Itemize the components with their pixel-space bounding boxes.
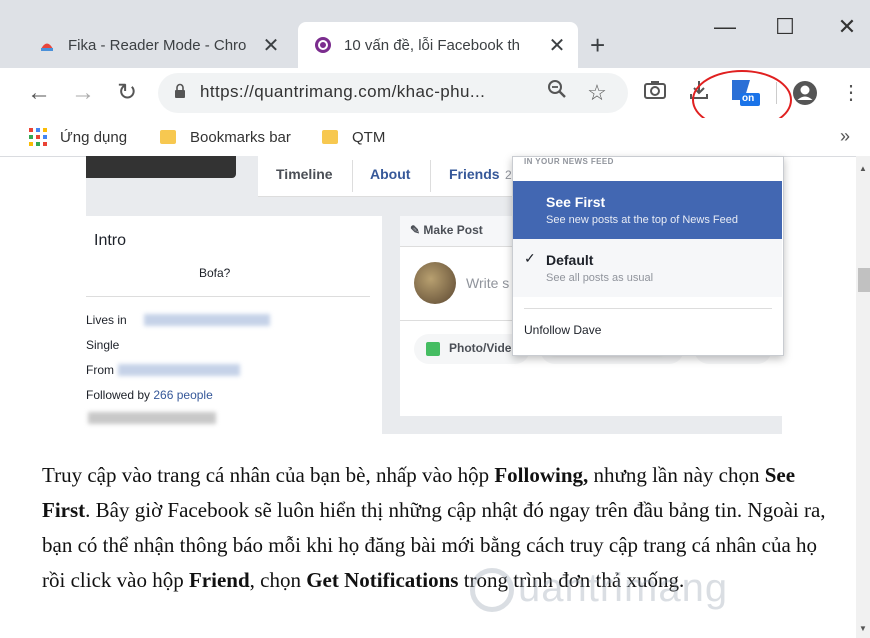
fb-intro-title: Intro bbox=[94, 232, 127, 249]
page-scrollbar[interactable] bbox=[856, 156, 870, 638]
fb-menu-see-first-label: See First bbox=[546, 194, 606, 210]
bookmark-label: Bookmarks bar bbox=[190, 128, 291, 146]
close-window-icon[interactable]: ✕ bbox=[832, 14, 862, 44]
minimize-icon[interactable]: — bbox=[710, 14, 740, 44]
tab-fika[interactable]: Fika - Reader Mode - Chro ✕ bbox=[22, 22, 292, 68]
fb-menu-see-first-desc: See new posts at the top of News Feed bbox=[546, 214, 739, 226]
fb-blurred-text bbox=[88, 412, 216, 424]
back-icon[interactable]: ← bbox=[22, 76, 56, 110]
fb-tab-divider bbox=[352, 160, 353, 192]
check-icon: ✓ bbox=[524, 250, 536, 266]
fb-composer-footer bbox=[400, 374, 782, 416]
fb-photo-video-label: Photo/Vide bbox=[449, 341, 512, 355]
fb-menu-default-label: Default bbox=[546, 252, 594, 268]
fb-menu-header: IN YOUR NEWS FEED bbox=[524, 157, 614, 166]
fb-tab-friends[interactable]: Friends bbox=[449, 166, 500, 182]
fb-menu-default-desc: See all posts as usual bbox=[546, 272, 654, 284]
scroll-down-icon[interactable]: ▼ bbox=[859, 624, 867, 633]
fb-detail-followed: Followed by 266 people bbox=[86, 388, 213, 402]
fb-menu-see-first[interactable] bbox=[513, 181, 782, 239]
fb-make-post-label: Make Post bbox=[423, 223, 483, 237]
fb-divider bbox=[86, 296, 370, 297]
fb-tab-divider bbox=[430, 160, 431, 192]
folder-icon bbox=[160, 130, 176, 144]
reload-icon[interactable]: ↻ bbox=[110, 76, 144, 110]
watermark-text: uantrimang bbox=[518, 566, 729, 610]
article-bold: Get Notifications bbox=[306, 568, 459, 592]
fb-tab-about[interactable]: About bbox=[370, 166, 410, 182]
fb-tab-timeline[interactable]: Timeline bbox=[276, 166, 333, 182]
tab-title: Fika - Reader Mode - Chro bbox=[68, 36, 247, 54]
bookmarks-bar bbox=[0, 118, 870, 157]
fb-menu-unfollow[interactable]: Unfollow Dave bbox=[524, 323, 601, 337]
apps-grid-icon bbox=[28, 127, 48, 147]
article-text: nhưng lần này chọn bbox=[588, 463, 765, 487]
bookmark-label: Ứng dụng bbox=[60, 128, 128, 146]
menu-kebab-icon[interactable]: ⋮ bbox=[836, 78, 866, 108]
url-text[interactable]: https://quantrimang.com/khac-phu... bbox=[200, 82, 485, 102]
bookmarks-overflow-icon[interactable]: » bbox=[840, 126, 850, 147]
photo-icon bbox=[426, 342, 440, 356]
tab-title: 10 vấn đề, lỗi Facebook th bbox=[344, 36, 520, 54]
close-tab-icon[interactable]: ✕ bbox=[260, 33, 282, 58]
tab-quantrimang[interactable]: 10 vấn đề, lỗi Facebook th ✕ bbox=[298, 22, 578, 68]
forward-icon[interactable]: → bbox=[66, 76, 100, 110]
fb-make-post[interactable]: ✎ Make Post bbox=[410, 223, 483, 237]
bookmark-label: QTM bbox=[352, 128, 386, 146]
fb-write-placeholder[interactable]: Write s bbox=[466, 275, 509, 291]
profile-icon[interactable] bbox=[792, 80, 818, 106]
article-bold: Friend bbox=[188, 568, 250, 592]
watermark-icon bbox=[470, 568, 514, 613]
fb-menu-divider bbox=[524, 308, 772, 309]
article-bold: Following, bbox=[494, 463, 589, 487]
fb-detail-single: Single bbox=[86, 338, 120, 352]
lock-icon bbox=[174, 83, 186, 99]
bookmark-qtm[interactable]: QTM bbox=[322, 124, 385, 150]
fb-friends-count: 2 bbox=[505, 168, 512, 182]
article-text: , chọn bbox=[249, 568, 307, 592]
scroll-up-icon[interactable]: ▲ bbox=[859, 164, 867, 173]
new-tab-icon[interactable]: + bbox=[590, 30, 605, 61]
star-icon[interactable]: ☆ bbox=[582, 78, 612, 108]
fb-followers-link[interactable]: 266 people bbox=[153, 388, 212, 402]
bookmark-bookmarks-bar[interactable]: Bookmarks bar bbox=[160, 124, 291, 150]
fb-followed-label: Followed by bbox=[86, 388, 151, 402]
article-text: Truy cập vào trang cá nhân của bạn bè, n… bbox=[42, 463, 495, 487]
pencil-icon: ✎ bbox=[410, 223, 421, 237]
fb-blurred-text bbox=[144, 314, 270, 326]
fb-detail-from: From bbox=[86, 363, 114, 377]
fb-menu-default[interactable] bbox=[513, 239, 782, 297]
cover-photo-fragment bbox=[86, 156, 236, 178]
scrollbar-thumb[interactable] bbox=[858, 268, 870, 292]
close-tab-icon[interactable]: ✕ bbox=[546, 33, 568, 58]
watermark-logo: uantrimang bbox=[470, 566, 810, 614]
zoom-icon[interactable] bbox=[542, 78, 572, 108]
quantrimang-icon bbox=[314, 36, 332, 54]
fb-detail-lives: Lives in bbox=[86, 313, 127, 327]
fb-bio: Bofa? bbox=[199, 266, 231, 280]
toolbar-divider bbox=[776, 82, 777, 104]
maximize-icon[interactable]: ☐ bbox=[770, 14, 800, 44]
folder-icon bbox=[322, 130, 338, 144]
fika-icon bbox=[38, 36, 56, 54]
fb-avatar bbox=[414, 262, 456, 304]
camera-icon[interactable] bbox=[640, 78, 670, 108]
bookmark-apps[interactable]: Ứng dụng bbox=[28, 124, 127, 150]
fb-blurred-text bbox=[118, 364, 240, 376]
